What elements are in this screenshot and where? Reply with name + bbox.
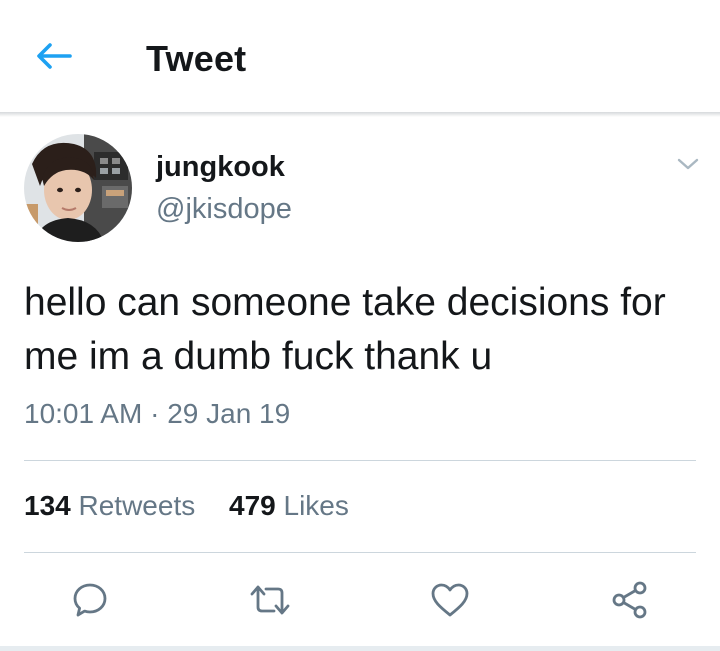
- share-icon: [612, 581, 647, 619]
- like-icon: [431, 583, 469, 617]
- reply-button[interactable]: [68, 578, 112, 622]
- tweet-time: 10:01 AM: [24, 398, 143, 429]
- like-button[interactable]: [428, 578, 472, 622]
- avatar-image: [24, 134, 132, 242]
- retweet-button[interactable]: [248, 578, 292, 622]
- retweets-stat[interactable]: 134 Retweets: [24, 490, 195, 522]
- bottom-separator: [0, 646, 720, 651]
- tweet-timestamp: 10:01 AM · 29 Jan 19: [24, 398, 290, 430]
- page-title: Tweet: [146, 38, 247, 79]
- retweets-label: Retweets: [78, 490, 196, 521]
- share-button[interactable]: [608, 578, 652, 622]
- reply-icon: [73, 583, 107, 617]
- meta-separator: ·: [150, 398, 160, 429]
- likes-count: 479: [229, 490, 276, 521]
- avatar[interactable]: [24, 134, 132, 242]
- likes-label: Likes: [283, 490, 349, 521]
- top-app-bar: Tweet: [0, 0, 720, 112]
- chevron-down-icon: [677, 158, 699, 170]
- retweet-icon: [250, 585, 290, 615]
- more-options-button[interactable]: [672, 148, 704, 180]
- arrow-left-icon: [37, 43, 72, 69]
- author-handle[interactable]: @jkisdope: [156, 193, 292, 226]
- back-button[interactable]: [30, 36, 78, 76]
- tweet-text: hello can someone take decisions for me …: [24, 281, 666, 378]
- tweet-date: 29 Jan 19: [167, 398, 291, 429]
- tweet-stats: 134 Retweets 479 Likes: [24, 490, 349, 522]
- header-shadow: [0, 112, 720, 117]
- divider: [24, 552, 696, 553]
- divider: [24, 460, 696, 461]
- likes-stat[interactable]: 479 Likes: [229, 490, 349, 522]
- retweets-count: 134: [24, 490, 71, 521]
- author-display-name[interactable]: jungkook: [156, 151, 285, 184]
